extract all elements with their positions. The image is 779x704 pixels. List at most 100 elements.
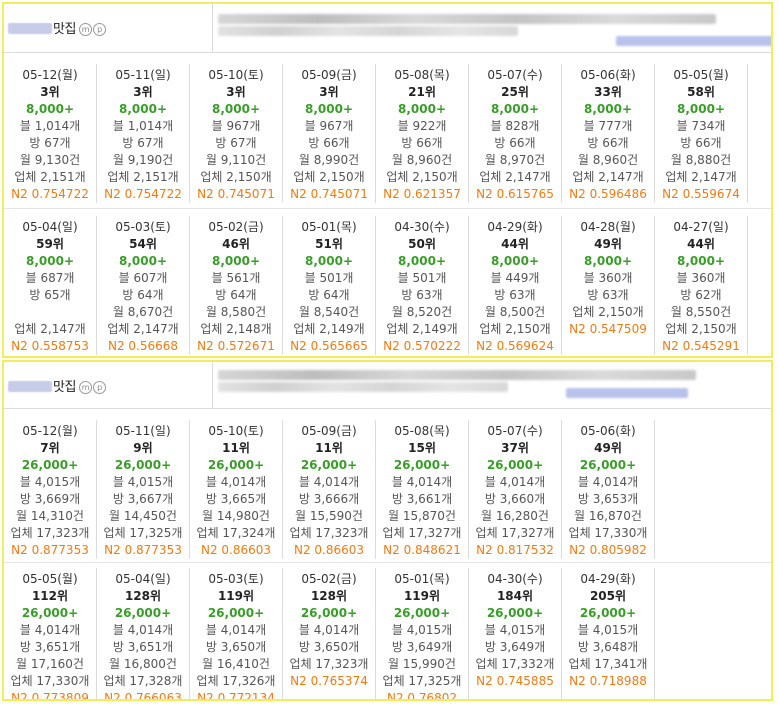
day-stat-cell: 05-07(수) 37위 26,000+ 블 4,014개 방 3,660개 월 16,2… [469,420,562,559]
day-stat-cell: 05-01(목) 51위 8,000+ 블 501개 방 64개 월 8,540건 업체 2… [283,216,376,355]
visitor-review-count: 방 67개 [29,136,71,150]
day-date-label: 05-10(토) [208,424,264,438]
blog-count: 블 501개 [304,271,354,285]
header-divider [212,362,213,408]
rank-value: 9위 [133,441,153,455]
keyword-panel-2: 맛집 m p 05-12(월) 7위 26,000+ 블 4,015개 방 3,669개 월 … [2,360,773,701]
day-stat-cell: 04-30(수) 184위 26,000+ 블 4,015개 방 3,649개 업체 17… [469,568,562,699]
monthly-search: 월 16,800건 [109,657,177,671]
n2-score: N2 0.877353 [11,543,89,557]
keyword-panel-1: 맛집 m p 05-12(월) 3위 8,000+ 블 1,014개 방 67개 월 9,13… [2,2,773,358]
n2-score: N2 0.615765 [476,187,554,201]
rank-value: 7위 [40,441,60,455]
blurred-link[interactable] [566,388,688,398]
n2-score: N2 0.766063 [104,691,182,701]
day-stat-cell: 05-02(금) 46위 8,000+ 블 561개 방 64개 월 8,580건 업체 2… [190,216,283,355]
visitor-review-count: 방 66개 [494,136,536,150]
mobile-badge-icon[interactable]: m [78,23,92,36]
business-count: 업체 2,149개 [293,322,365,336]
monthly-search: 업체 2,150개 [572,305,644,319]
rank-value: 3위 [226,85,246,99]
day-stat-cell: 05-07(수) 25위 8,000+ 블 828개 방 66개 월 8,970건 업체 2… [469,64,562,203]
day-stat-cell: 05-05(월) 58위 8,000+ 블 734개 방 66개 월 8,880건 업체 2… [655,64,748,203]
visitor-review-count: 방 3,666개 [298,492,360,506]
blog-count: 블 777개 [583,119,633,133]
day-stat-cell: 05-08(목) 21위 8,000+ 블 922개 방 66개 월 8,960건 업체 2… [376,64,469,203]
pc-badge-icon[interactable]: p [92,381,106,394]
monthly-search: 월 15,990건 [388,657,456,671]
day-date-label: 05-05(월) [673,68,729,82]
n2-score: N2 0.848621 [383,543,461,557]
stats-row: 05-05(월) 112위 26,000+ 블 4,014개 방 3,651개 월 17,… [4,568,771,701]
day-stat-cell: 04-28(월) 49위 8,000+ 블 360개 방 63개 업체 2,150개 N2 … [562,216,655,355]
day-date-label: 05-08(목) [394,68,450,82]
rank-value: 128위 [124,589,162,603]
day-date-label: 05-07(수) [487,68,543,82]
rank-value: 54위 [129,237,157,251]
mobile-badge-icon[interactable]: m [78,381,92,394]
rank-value: 25위 [501,85,529,99]
day-stat-cell: 05-03(토) 54위 8,000+ 블 607개 방 64개 월 8,670건 업체 2… [97,216,190,355]
blog-count: 블 449개 [490,271,540,285]
monthly-search: 월 8,520건 [391,305,453,319]
blog-count: 블 4,015개 [577,623,639,637]
monthly-search: 월 15,590건 [295,509,363,523]
business-count: 업체 2,147개 [479,170,551,184]
day-stat-cell: 05-04(일) 59위 8,000+ 블 687개 방 65개 업체 2,147개 N2… [4,216,97,355]
blog-count: 블 4,014개 [205,475,267,489]
day-date-label: 05-06(화) [580,68,636,82]
row-divider [4,562,771,563]
blurred-address [218,370,696,380]
pc-badge-icon[interactable]: p [92,23,106,36]
monthly-search: 월 8,580건 [205,305,267,319]
day-stat-cell: 05-09(금) 11위 26,000+ 블 4,014개 방 3,666개 월 15,5… [283,420,376,559]
rank-value: 37위 [501,441,529,455]
rank-value: 112위 [31,589,69,603]
search-count: 8,000+ [676,254,725,268]
search-count: 26,000+ [114,606,172,620]
search-count: 8,000+ [118,254,167,268]
day-date-label: 05-12(월) [22,68,78,82]
n2-score [562,338,654,355]
brand-title[interactable]: 맛집 m p [8,376,106,395]
business-count: 업체 17,323개 [10,526,90,540]
rank-value: 119위 [403,589,441,603]
n2-score: N2 0.805982 [569,543,647,557]
blog-count: 블 687개 [25,271,75,285]
blurred-name [8,23,52,34]
rank-value: 15위 [408,441,436,455]
blurred-address [218,14,716,24]
blog-count: 블 4,014개 [112,623,174,637]
blurred-link[interactable] [616,36,771,46]
monthly-search [4,304,96,321]
monthly-search: 월 14,310건 [16,509,84,523]
day-date-label: 05-12(월) [22,424,78,438]
brand-title[interactable]: 맛집 m p [8,18,106,37]
day-stat-cell: 04-27(일) 44위 8,000+ 블 360개 방 62개 월 8,550건 업체 2… [655,216,748,355]
visitor-review-count: 방 64개 [122,288,164,302]
blog-count: 블 4,014개 [391,475,453,489]
monthly-search: 월 8,960건 [391,153,453,167]
blog-count: 블 4,015개 [19,475,81,489]
rank-value: 49위 [594,441,622,455]
monthly-search: 월 8,670건 [112,305,174,319]
search-count: 8,000+ [25,102,74,116]
visitor-review-count: 방 3,653개 [577,492,639,506]
search-count: 26,000+ [114,458,172,472]
rank-value: 184위 [496,589,534,603]
search-count: 8,000+ [211,102,260,116]
rank-value: 44위 [501,237,529,251]
day-date-label: 05-02(금) [301,572,357,586]
visitor-review-count: 방 62개 [680,288,722,302]
day-stat-cell: 05-04(일) 128위 26,000+ 블 4,014개 방 3,651개 월 16,… [97,568,190,701]
search-count: 26,000+ [300,458,358,472]
row-divider [4,208,771,209]
visitor-review-count: 방 3,651개 [112,640,174,654]
rank-value: 21위 [408,85,436,99]
blog-count: 블 4,014개 [298,475,360,489]
search-count: 8,000+ [583,102,632,116]
visitor-review-count: 방 3,660개 [484,492,546,506]
blog-count: 블 1,014개 [19,119,81,133]
business-count: 업체 17,327개 [475,526,555,540]
day-date-label: 05-01(목) [394,572,450,586]
